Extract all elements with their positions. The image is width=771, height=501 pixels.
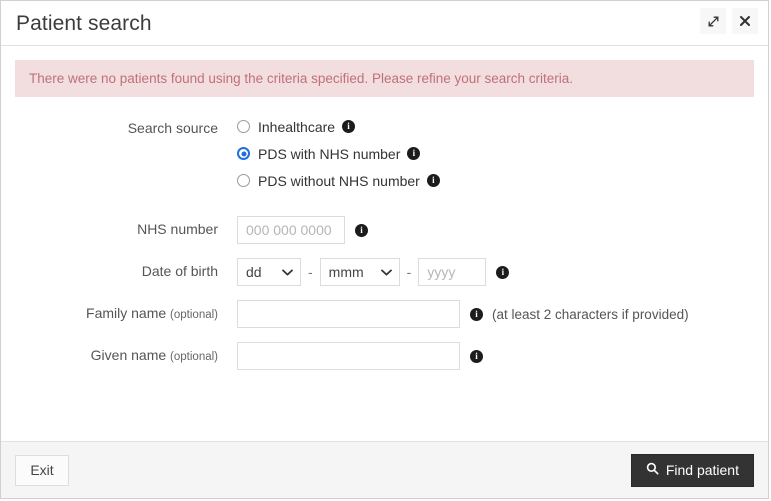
nhs-number-control: i [237,216,368,244]
given-name-control: i [237,342,483,370]
date-of-birth-control: dd - mmm - yyyy i [237,258,510,286]
family-name-input[interactable] [237,300,460,328]
find-patient-button[interactable]: Find patient [630,453,754,487]
search-source-radio-group: Inhealthcare i PDS with NHS number i PDS… [237,115,440,196]
form-row-date-of-birth: Date of birth dd - mmm - yyyy i [1,258,768,286]
form-row-family-name: Family name (optional) i (at least 2 cha… [1,300,768,328]
info-icon[interactable]: i [426,174,440,187]
dialog-footer: Exit Find patient [1,441,768,498]
radio-option-pds-with-nhs[interactable]: PDS with NHS number i [237,142,421,165]
given-name-optional: (optional) [170,351,218,363]
date-separator-1: - [308,264,313,280]
family-name-label: Family name (optional) [1,300,218,321]
radio-pds-with-nhs[interactable] [237,147,250,160]
search-source-label: Search source [127,120,218,136]
radio-pds-without-nhs[interactable] [237,174,250,187]
info-icon[interactable]: i [470,349,483,363]
patient-search-form: Search source Inhealthcare i PDS with NH… [1,97,768,441]
search-icon [646,462,659,478]
dob-month-select[interactable]: mmm [319,258,400,286]
dob-year-input[interactable] [418,258,487,286]
exit-button[interactable]: Exit [15,454,69,486]
patient-search-dialog: Patient search There were no patients fo… [0,0,769,499]
nhs-number-input[interactable] [237,216,345,244]
nhs-number-label: NHS number [137,221,218,237]
radio-inhealthcare[interactable] [237,120,250,133]
expand-arrows-icon[interactable] [700,8,726,34]
date-of-birth-label: Date of birth [141,263,218,279]
close-icon[interactable] [732,8,758,34]
titlebar-actions [700,8,758,34]
error-alert: There were no patients found using the c… [15,60,754,97]
form-row-nhs-number: NHS number i [1,216,768,244]
family-name-optional: (optional) [170,309,218,321]
radio-label-inhealthcare[interactable]: Inhealthcare [258,119,335,135]
info-icon[interactable]: i [496,265,510,279]
family-name-label-text: Family name [86,305,167,321]
radio-option-inhealthcare[interactable]: Inhealthcare i [237,115,356,138]
given-name-label: Given name (optional) [1,342,218,363]
radio-label-pds-with-nhs[interactable]: PDS with NHS number [258,146,400,162]
form-row-given-name: Given name (optional) i [1,342,768,370]
info-icon[interactable]: i [407,147,421,160]
date-separator-2: - [406,264,412,280]
dob-day-select[interactable]: dd [237,258,301,286]
find-patient-label: Find patient [665,462,739,478]
radio-label-pds-without-nhs[interactable]: PDS without NHS number [258,173,420,189]
dialog-titlebar: Patient search [1,1,768,46]
given-name-label-text: Given name [90,347,167,363]
family-name-hint: (at least 2 characters if provided) [492,306,689,322]
page-title: Patient search [16,11,152,35]
info-icon[interactable]: i [342,120,356,133]
info-icon[interactable]: i [355,223,368,237]
radio-option-pds-without-nhs[interactable]: PDS without NHS number i [237,169,440,192]
form-row-search-source: Search source Inhealthcare i PDS with NH… [1,115,768,196]
family-name-control: i (at least 2 characters if provided) [237,300,689,328]
info-icon[interactable]: i [470,307,483,321]
given-name-input[interactable] [237,342,460,370]
